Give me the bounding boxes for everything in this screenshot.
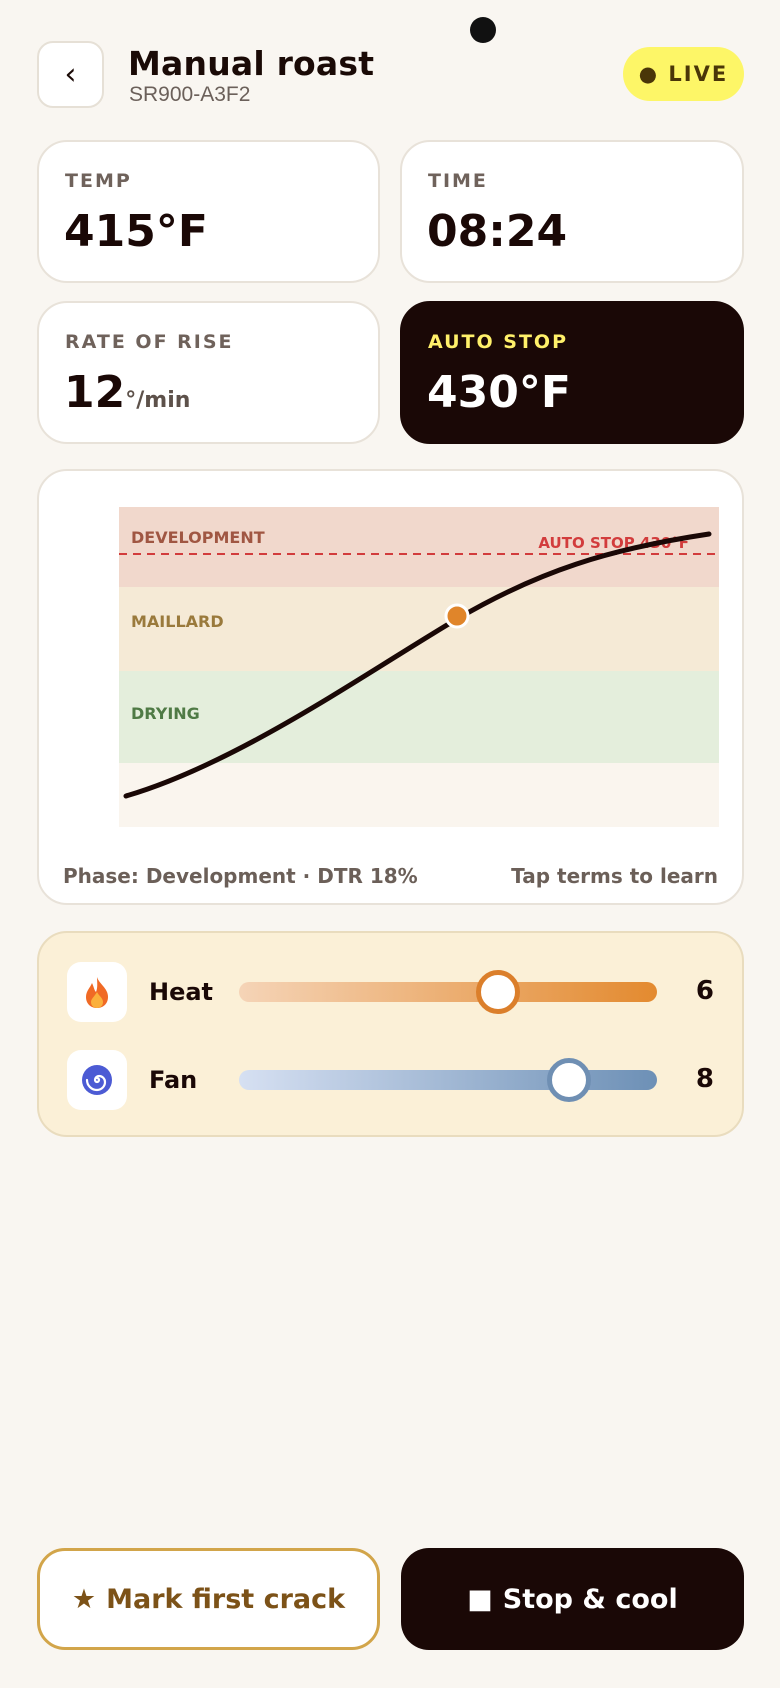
auto-stop-label: AUTO STOP (428, 331, 568, 353)
mark-first-crack-button[interactable]: ★ Mark first crack (37, 1548, 380, 1650)
stop-cool-label: Stop & cool (502, 1583, 678, 1615)
front-camera (470, 17, 496, 43)
auto-stop-card[interactable]: AUTO STOP 430°F (400, 301, 744, 444)
time-card: TIME 08:24 (400, 140, 744, 283)
rate-of-rise-unit: °/min (125, 388, 191, 413)
heat-slider[interactable] (239, 970, 657, 1014)
back-button[interactable]: ‹ (37, 41, 104, 108)
auto-stop-value: 430°F (427, 367, 571, 418)
temp-card: TEMP 415°F (37, 140, 380, 283)
star-icon: ★ (71, 1583, 97, 1615)
fan-slider[interactable] (239, 1058, 657, 1102)
chevron-left-icon: ‹ (64, 57, 77, 92)
base-zone (119, 763, 719, 827)
drying-zone[interactable] (119, 671, 719, 763)
stop-square-icon: ■ (467, 1583, 493, 1615)
heat-value: 6 (695, 976, 714, 1006)
roaster-controls: Heat 6 Fan 8 (37, 931, 744, 1137)
heat-label: Heat (149, 978, 214, 1006)
fan-label: Fan (149, 1066, 198, 1094)
rate-of-rise-number: 12 (64, 367, 126, 418)
mark-first-crack-label: Mark first crack (106, 1583, 346, 1615)
flame-icon (67, 962, 127, 1022)
roast-curve-card: DEVELOPMENT MAILLARD DRYING AUTO STOP 43… (37, 469, 744, 905)
temp-value: 415°F (64, 206, 208, 257)
stop-cool-button[interactable]: ■ Stop & cool (401, 1548, 744, 1650)
current-point-marker (444, 603, 470, 629)
rate-of-rise-card: RATE OF RISE 12°/min (37, 301, 380, 444)
temp-label: TEMP (65, 170, 132, 192)
time-value: 08:24 (427, 206, 568, 257)
fan-spiral-icon (67, 1050, 127, 1110)
phase-status: Phase: Development · DTR 18% (63, 864, 418, 888)
development-label[interactable]: DEVELOPMENT (131, 528, 265, 547)
time-label: TIME (428, 170, 488, 192)
device-id: SR900-A3F2 (129, 83, 251, 106)
fan-control: Fan 8 (39, 1050, 742, 1110)
roast-curve-chart: DEVELOPMENT MAILLARD DRYING AUTO STOP 43… (119, 507, 719, 827)
page-title: Manual roast (128, 44, 375, 83)
fan-value: 8 (695, 1064, 714, 1094)
live-badge: ● LIVE (623, 47, 744, 101)
rate-of-rise-label: RATE OF RISE (65, 331, 234, 353)
maillard-label[interactable]: MAILLARD (131, 612, 224, 631)
rate-of-rise-value: 12°/min (64, 367, 190, 418)
drying-label[interactable]: DRYING (131, 704, 200, 723)
fan-slider-thumb[interactable] (547, 1058, 592, 1102)
learn-terms-link[interactable]: Tap terms to learn (511, 864, 718, 888)
heat-slider-thumb[interactable] (476, 970, 521, 1014)
heat-control: Heat 6 (39, 962, 742, 1022)
